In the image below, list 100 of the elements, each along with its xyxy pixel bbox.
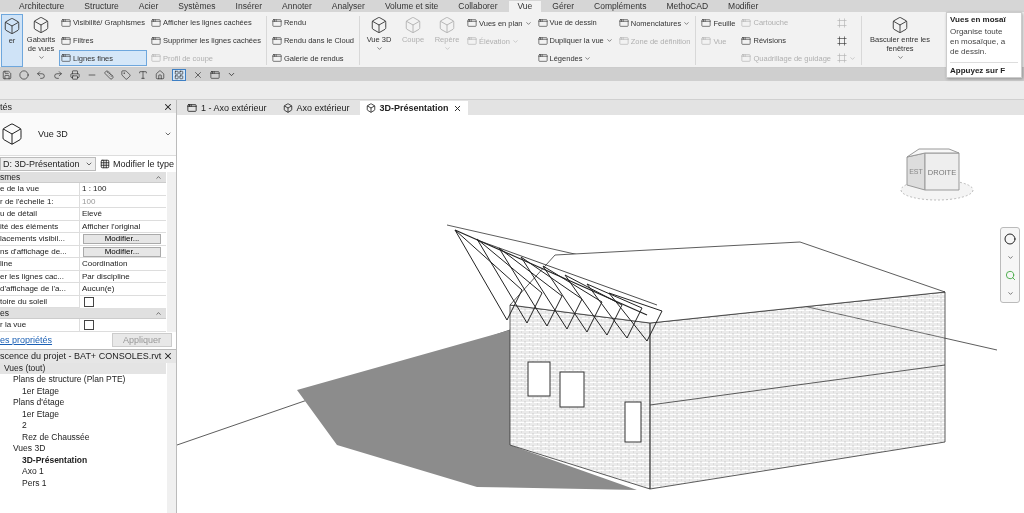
ribbon-tab[interactable]: Compléments	[585, 1, 656, 12]
ribbon-tab[interactable]: MethoCAD	[657, 1, 718, 12]
house-icon[interactable]	[155, 69, 165, 80]
browser-item[interactable]: Plans d'étage	[0, 397, 166, 409]
browser-item[interactable]: Plans de structure (Plan PTE)	[0, 374, 166, 386]
window-icon	[537, 53, 548, 64]
scrollbar[interactable]	[167, 172, 176, 332]
browser-item[interactable]: 3D-Présentation	[0, 454, 166, 466]
print-icon[interactable]	[70, 69, 80, 80]
frame-icon	[837, 53, 848, 64]
lines-icon	[174, 69, 184, 80]
ribbon-tab[interactable]: Structure	[75, 1, 128, 12]
browser-item[interactable]: Axo 1	[0, 466, 166, 478]
close-icon[interactable]	[163, 351, 173, 361]
browser-item[interactable]: 1er Etage	[0, 408, 166, 420]
tooltip-text: en mosaïque, a	[950, 37, 1007, 47]
window-icon	[61, 17, 71, 28]
browser-item[interactable]: 1er Etage	[0, 385, 166, 397]
instance-dropdown[interactable]: D: 3D-Présentation	[0, 157, 96, 171]
browser-item[interactable]: Pers 1	[0, 477, 166, 489]
ribbon-tab[interactable]: Vue	[508, 1, 542, 12]
cube-icon	[365, 103, 376, 113]
modify-button[interactable]: Modifier...	[83, 234, 161, 244]
caret-icon	[375, 45, 383, 52]
window-icon	[61, 35, 71, 46]
ribbon-tab[interactable]: Gérer	[543, 1, 584, 12]
window-icon	[467, 18, 477, 28]
save-icon[interactable]	[2, 69, 12, 80]
collapse-icon	[155, 173, 162, 181]
window-icon	[151, 17, 161, 28]
close-icon[interactable]	[452, 103, 462, 113]
zoom-icon[interactable]	[1004, 270, 1016, 282]
caret-icon	[164, 130, 172, 138]
ruler-icon[interactable]	[104, 69, 114, 80]
panel-title: tés	[0, 101, 12, 112]
ribbon-tab[interactable]: Annoter	[273, 1, 321, 12]
tooltip-text: Organise toute	[950, 27, 1004, 37]
modify-button[interactable]: Modifier...	[83, 246, 161, 257]
window-icon	[271, 17, 282, 28]
frame-icon	[837, 17, 848, 28]
caret-icon	[605, 37, 613, 44]
frame-icon	[837, 35, 848, 46]
ribbon-tab[interactable]: Architecture	[10, 1, 74, 12]
scrollbar[interactable]	[167, 362, 176, 513]
cube-icon	[404, 16, 422, 34]
cube-icon	[370, 16, 388, 34]
view-cube-icon	[0, 122, 24, 146]
tag-icon[interactable]	[121, 69, 131, 80]
cube-icon	[282, 103, 293, 113]
grid-icon	[99, 159, 110, 169]
window-icon	[467, 36, 477, 46]
caret-icon	[896, 54, 904, 61]
type-selector[interactable]: Vue 3D	[0, 113, 176, 156]
caret-icon[interactable]	[1006, 290, 1014, 298]
cube-icon	[891, 16, 910, 34]
window-icon	[271, 53, 282, 64]
view-tab[interactable]: Axo extérieur	[276, 101, 356, 115]
sheet-icon	[187, 103, 197, 113]
tooltip-title: Vues en mosaï	[950, 15, 1007, 24]
edit-type-button[interactable]: Modifier le type	[99, 159, 174, 169]
ribbon-tab[interactable]: Collaborer	[449, 1, 507, 12]
redo-icon[interactable]	[53, 69, 63, 80]
view-tab[interactable]: 1 - Axo extérieur	[181, 101, 273, 115]
window-icon	[618, 18, 629, 28]
browser-item[interactable]: Rez de Chaussée	[0, 431, 166, 443]
caret-icon	[443, 45, 451, 52]
group-header[interactable]: smes	[0, 172, 166, 183]
undo-icon[interactable]	[36, 69, 46, 80]
window-icon	[741, 17, 752, 28]
close-icon[interactable]	[163, 101, 173, 112]
ribbon-tab[interactable]: Insérer	[226, 1, 272, 12]
caret-icon	[584, 54, 592, 62]
caret-icon	[84, 160, 93, 168]
ribbon-tab[interactable]: Systèmes	[169, 1, 225, 12]
caret-icon[interactable]	[1006, 253, 1014, 261]
checkbox[interactable]	[84, 296, 94, 307]
cube-icon	[3, 17, 21, 35]
ribbon-tab[interactable]: Modifier	[719, 1, 768, 12]
thin-lines-toggle[interactable]	[172, 68, 186, 81]
help-link[interactable]: es propriétés	[0, 335, 53, 345]
window-icon	[271, 35, 282, 46]
ribbon-tab[interactable]: Volume et site	[375, 1, 448, 12]
browser-item[interactable]: Vues 3D	[0, 443, 166, 455]
window-icon[interactable]	[210, 69, 220, 80]
caret-icon	[511, 37, 519, 45]
checkbox[interactable]	[84, 320, 94, 330]
group-header[interactable]: es	[0, 308, 166, 319]
collapse-icon	[155, 309, 162, 317]
browser-item[interactable]: 2	[0, 420, 166, 432]
window-icon	[701, 36, 712, 46]
viewcube-drawing[interactable]	[900, 148, 974, 201]
close-windows-icon[interactable]	[193, 69, 203, 80]
window-icon	[151, 53, 161, 64]
window-icon	[618, 36, 629, 46]
view-tab[interactable]: 3D-Présentation	[359, 101, 468, 115]
ribbon-tab[interactable]: Acier	[129, 1, 168, 12]
text-icon[interactable]	[138, 69, 148, 80]
caret-icon[interactable]	[227, 70, 236, 79]
tooltip-text: de dessin.	[950, 47, 988, 57]
ribbon-tab[interactable]: Analyser	[322, 1, 374, 12]
